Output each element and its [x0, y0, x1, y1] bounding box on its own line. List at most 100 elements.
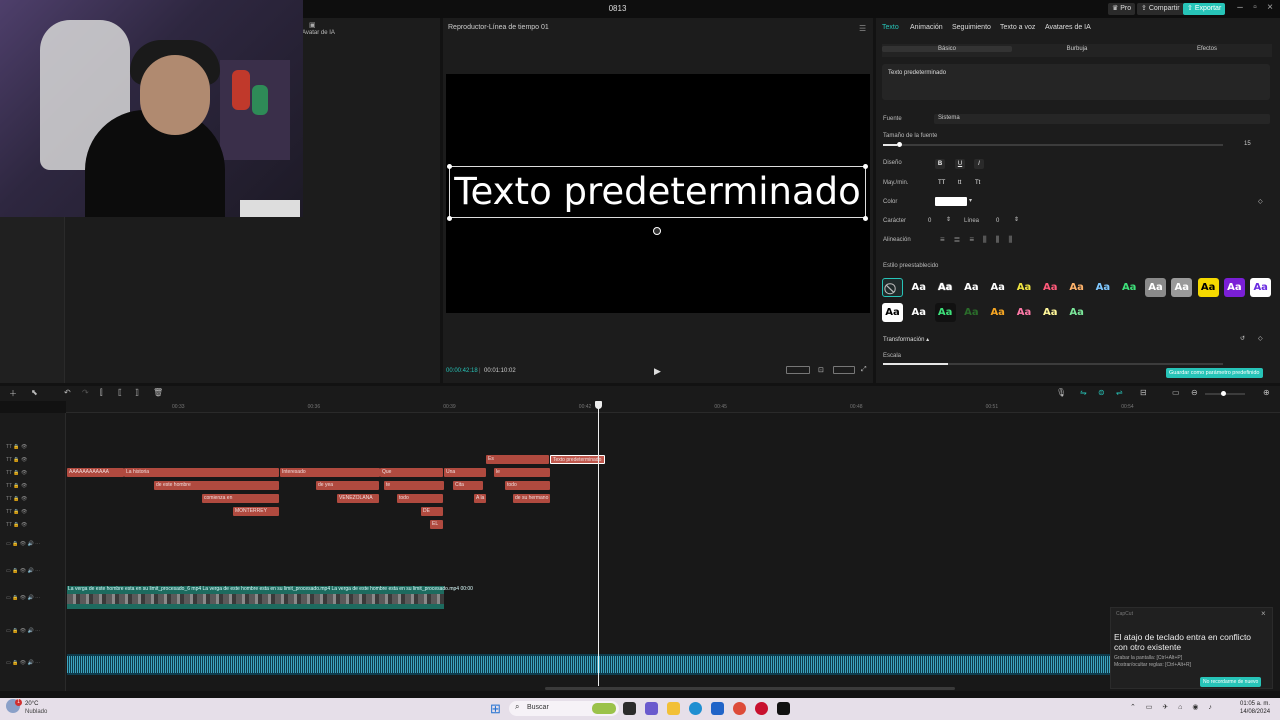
- resize-handle[interactable]: [863, 216, 868, 221]
- playhead[interactable]: [598, 401, 599, 686]
- text-clip[interactable]: Una: [444, 468, 486, 477]
- play-icon[interactable]: ▶: [654, 366, 661, 377]
- ratio-button[interactable]: [786, 366, 810, 374]
- redo-icon[interactable]: ↷: [82, 388, 89, 397]
- windows-start-icon[interactable]: ⊞: [490, 701, 501, 717]
- text-clip[interactable]: todo: [505, 481, 550, 490]
- chevron-down-icon[interactable]: ▾: [969, 197, 972, 204]
- copilot-icon[interactable]: [645, 702, 658, 715]
- text-clip[interactable]: de yea: [316, 481, 379, 490]
- text-clip[interactable]: de este hombre: [154, 481, 279, 490]
- text-preset-style[interactable]: Aa: [987, 278, 1009, 297]
- playhead-handle[interactable]: [595, 401, 602, 409]
- text-preset-style[interactable]: Aa: [1197, 278, 1219, 297]
- text-clip[interactable]: le: [494, 468, 550, 477]
- text-preset-style[interactable]: Aa: [987, 303, 1009, 322]
- text-track-header[interactable]: TT 🔒 👁: [6, 444, 27, 450]
- preview-axis-icon[interactable]: ⊟: [1140, 388, 1147, 397]
- stepper-icon[interactable]: ⇕: [946, 216, 951, 223]
- resize-handle[interactable]: [447, 216, 452, 221]
- zoom-in-icon[interactable]: ⊕: [1263, 388, 1270, 397]
- close-icon[interactable]: ×: [1263, 2, 1277, 13]
- text-track-header[interactable]: TT 🔒 👁: [6, 509, 27, 515]
- audio-clip[interactable]: [67, 654, 1110, 675]
- font-select[interactable]: Sistema: [934, 114, 1270, 124]
- text-track-header[interactable]: TT 🔒 👁: [6, 470, 27, 476]
- text-preset-style[interactable]: Aa: [960, 278, 982, 297]
- quality-button[interactable]: [833, 366, 855, 374]
- magnet-icon[interactable]: ⊜: [1098, 388, 1105, 397]
- add-icon[interactable]: ＋: [9, 388, 17, 399]
- system-tray-icons[interactable]: ⌃ ▭ ✈ ⌂ ◉ ♪: [1130, 703, 1216, 711]
- snap-icon[interactable]: ⇌: [1116, 388, 1123, 397]
- split-icon[interactable]: ⫿: [100, 388, 103, 398]
- text-preset-style[interactable]: Aa: [1066, 303, 1088, 322]
- text-clip[interactable]: VENEZOLANA: [337, 494, 379, 503]
- text-preset-style[interactable]: Aa: [1171, 278, 1193, 297]
- timeline-scrollbar[interactable]: [545, 687, 955, 690]
- font-size-slider-knob[interactable]: [897, 142, 902, 147]
- lowercase-button[interactable]: tt: [958, 180, 961, 186]
- fullscreen-icon[interactable]: ⤢: [861, 366, 867, 374]
- text-preset-style[interactable]: Aa: [1223, 278, 1245, 297]
- minimize-icon[interactable]: –: [1233, 2, 1247, 13]
- tab-texto-a-voz[interactable]: Texto a voz: [1000, 24, 1035, 31]
- text-preset-style[interactable]: Aa: [908, 303, 930, 322]
- text-preset-style[interactable]: Aa: [1250, 278, 1272, 297]
- text-clip[interactable]: A la: [474, 494, 486, 503]
- media-track-header[interactable]: ▭ 🔒 👁 🔊 ⋯: [6, 628, 40, 634]
- text-clip[interactable]: todo: [397, 494, 443, 503]
- character-spacing-value[interactable]: 0: [928, 218, 931, 224]
- media-track-header[interactable]: ▭ 🔒 👁 🔊 ⋯: [6, 568, 40, 574]
- font-size-slider[interactable]: [883, 144, 1223, 146]
- save-preset-button[interactable]: Guardar como parámetro predefinido: [1166, 368, 1263, 378]
- text-preset-style[interactable]: Aa: [1066, 278, 1088, 297]
- tab-animacion[interactable]: Animación: [910, 24, 943, 31]
- text-clip[interactable]: MONTERREY: [233, 507, 279, 516]
- resize-handle[interactable]: [863, 164, 868, 169]
- tab-seguimiento[interactable]: Seguimiento: [952, 24, 991, 31]
- no-style-icon[interactable]: ⃠: [882, 278, 903, 297]
- text-preset-style[interactable]: Aa: [1013, 303, 1035, 322]
- menu-icon[interactable]: ☰: [859, 24, 866, 33]
- resize-handle[interactable]: [447, 164, 452, 169]
- pro-button[interactable]: ♛ Pro: [1108, 3, 1136, 15]
- ai-avatar-label[interactable]: Avatar de IA: [302, 30, 335, 36]
- reset-icon[interactable]: ↺: [1240, 335, 1245, 342]
- line-spacing-value[interactable]: 0: [996, 218, 999, 224]
- text-preset-style[interactable]: Aa: [882, 303, 903, 322]
- canvas-text-box[interactable]: Texto predeterminado: [449, 166, 866, 218]
- opera-icon[interactable]: [755, 702, 768, 715]
- text-clip[interactable]: Interesado: [280, 468, 380, 477]
- media-track-header[interactable]: ▭ 🔒 👁 🔊 ⋯: [6, 595, 40, 601]
- file-explorer-icon[interactable]: [667, 702, 680, 715]
- text-preset-style[interactable]: Aa: [1145, 278, 1166, 297]
- font-size-value[interactable]: 15: [1244, 141, 1251, 147]
- tab-avatares-ia[interactable]: Avatares de IA: [1045, 24, 1091, 31]
- bold-button[interactable]: B: [935, 159, 945, 169]
- text-preset-style[interactable]: Aa: [934, 278, 956, 297]
- link-icon[interactable]: ⇋: [1080, 388, 1087, 397]
- stepper-icon[interactable]: ⇕: [1014, 216, 1019, 223]
- caption-icon[interactable]: ▭: [1172, 388, 1180, 397]
- trim-left-icon[interactable]: ⟦: [118, 388, 122, 397]
- text-clip[interactable]: AAAAAAAAAAAA: [67, 468, 124, 477]
- media-track-header[interactable]: ▭ 🔒 👁 🔊 ⋯: [6, 541, 40, 547]
- text-track-header[interactable]: TT 🔒 👁: [6, 483, 27, 489]
- text-preset-style[interactable]: Aa: [1039, 303, 1061, 322]
- text-clip[interactable]: Texto predeterminado: [550, 455, 605, 464]
- ai-avatar-icon[interactable]: ▣: [309, 21, 316, 29]
- subtab-burbuja[interactable]: Burbuja: [1012, 46, 1142, 52]
- video-clip[interactable]: La verga de este hombre esta en su limit…: [67, 586, 473, 609]
- text-clip[interactable]: comienza en: [202, 494, 279, 503]
- text-preset-style[interactable]: Aa: [1039, 278, 1061, 297]
- text-track-header[interactable]: TT 🔒 👁: [6, 496, 27, 502]
- text-preset-style[interactable]: Aa: [1118, 278, 1140, 297]
- titlecase-button[interactable]: Tt: [975, 180, 980, 186]
- chrome-icon[interactable]: [733, 702, 746, 715]
- text-track-header[interactable]: TT 🔒 👁: [6, 522, 27, 528]
- underline-button[interactable]: U: [955, 159, 965, 169]
- keyframe-icon[interactable]: ◇: [1258, 198, 1263, 205]
- italic-button[interactable]: I: [974, 159, 984, 169]
- text-clip[interactable]: te: [384, 481, 444, 490]
